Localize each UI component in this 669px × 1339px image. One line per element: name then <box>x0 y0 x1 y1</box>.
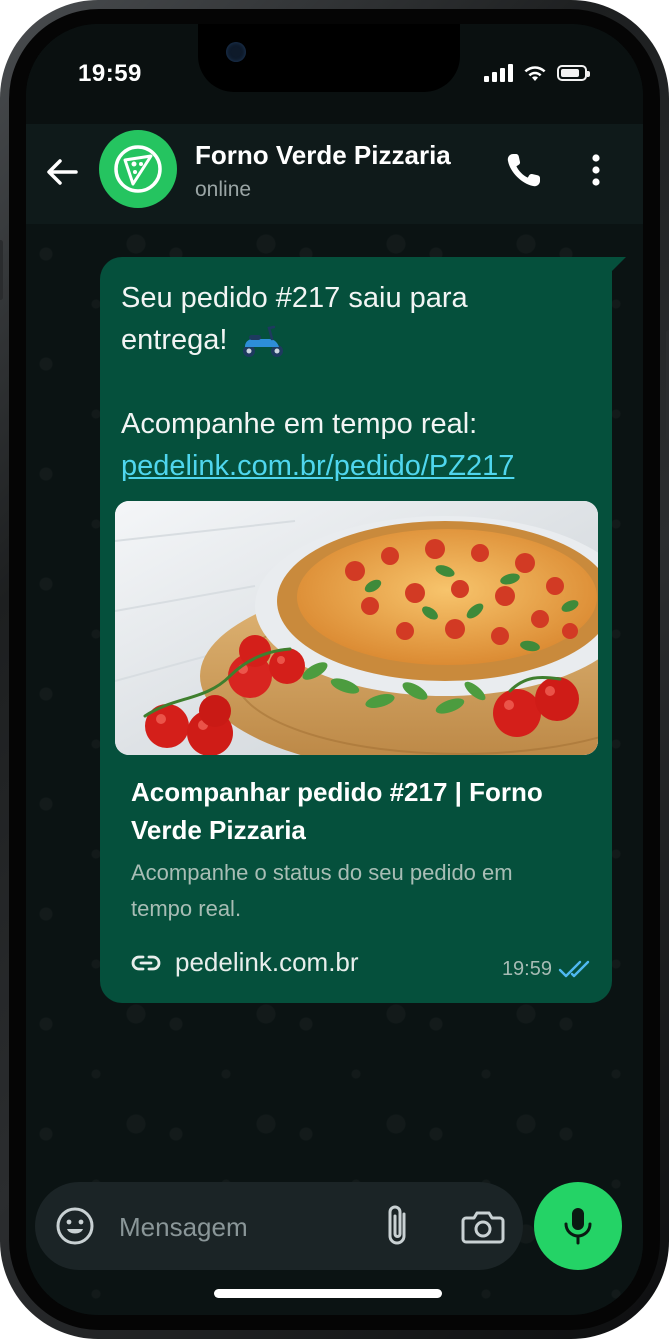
side-button <box>0 240 3 300</box>
link-preview-description: Acompanhe o status do seu pedido em temp… <box>131 860 513 921</box>
message-input[interactable] <box>117 1200 371 1254</box>
message-bubble[interactable]: Seu pedido #217 saiu para entrega! Acomp… <box>100 257 626 1003</box>
message-time: 19:59 <box>501 958 552 980</box>
dynamic-island <box>198 24 460 92</box>
wifi-icon <box>524 66 546 81</box>
pizza-logo-icon <box>114 145 162 193</box>
mic-button[interactable] <box>534 1182 622 1270</box>
message-line-with-emoji: entrega! <box>121 319 591 361</box>
link-preview-title[interactable]: Acompanhar pedido #217 | Forno Verde Piz… <box>131 773 571 849</box>
status-time: 19:59 <box>78 60 142 87</box>
home-indicator <box>214 1289 442 1298</box>
signal-icon <box>484 64 513 82</box>
pizza-photo <box>115 501 598 755</box>
message-line: Acompanhe em tempo real: <box>121 408 478 440</box>
link-preview-image[interactable] <box>115 501 598 755</box>
double-check-icon <box>558 960 590 978</box>
link-preview-domain-row: pedelink.com.br <box>131 947 359 978</box>
link-preview-domain: pedelink.com.br <box>175 947 359 977</box>
message-input-bar <box>35 1182 523 1270</box>
contact-avatar[interactable] <box>99 130 177 208</box>
message-line: entrega! <box>121 324 228 356</box>
scooter-icon <box>243 326 284 358</box>
message-text: Seu pedido #217 saiu para entrega! Acomp… <box>121 277 591 487</box>
camera-icon[interactable] <box>460 1204 506 1248</box>
contact-status: online <box>195 178 252 201</box>
chat-header: Forno Verde Pizzaria online <box>26 124 643 225</box>
message-line: Seu pedido #217 saiu para <box>121 282 468 314</box>
phone-icon[interactable] <box>502 148 546 192</box>
contact-name[interactable]: Forno Verde Pizzaria <box>195 140 451 171</box>
battery-icon <box>557 65 590 81</box>
paperclip-icon[interactable] <box>380 1202 416 1250</box>
status-icons <box>484 64 590 82</box>
mic-icon <box>564 1208 592 1245</box>
screen: 19:59 Forno Verde Pizzaria online Seu pe… <box>26 24 643 1315</box>
message-link[interactable]: pedelink.com.br/pedido/PZ217 <box>121 445 591 487</box>
front-camera <box>226 42 246 62</box>
link-icon <box>131 955 161 970</box>
emoji-icon[interactable] <box>53 1204 97 1248</box>
message-spacer <box>121 361 591 403</box>
more-vertical-icon[interactable] <box>582 148 610 192</box>
back-arrow-icon[interactable] <box>42 152 82 192</box>
